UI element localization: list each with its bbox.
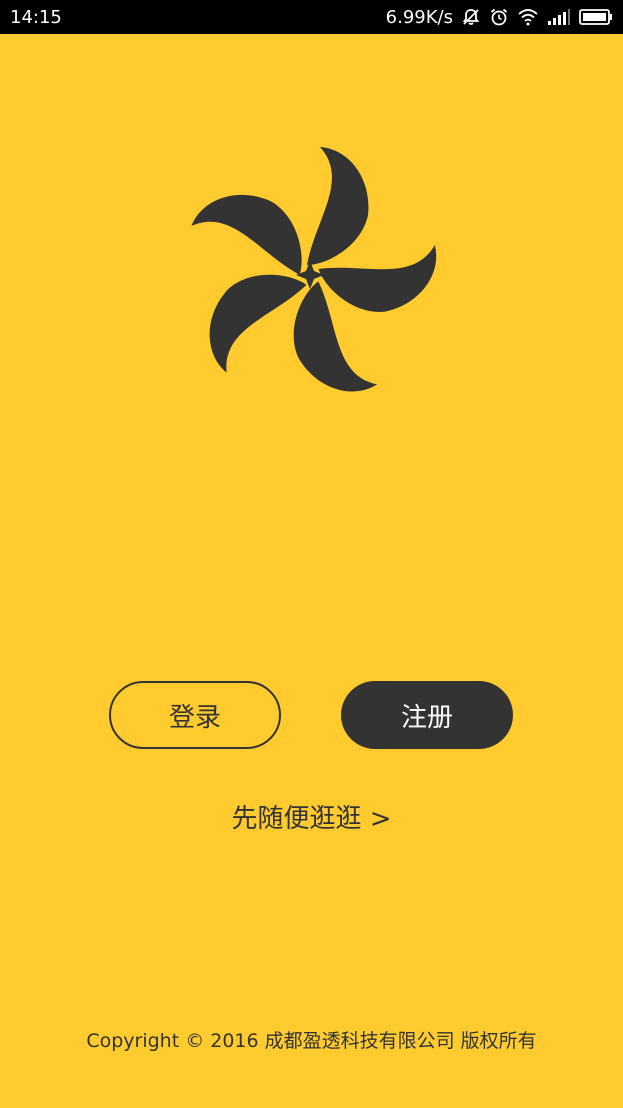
status-time: 14:15 [10, 6, 62, 28]
battery-icon [579, 8, 613, 26]
alarm-icon [489, 7, 509, 27]
status-bar: 14:15 6.99K/s [0, 0, 623, 34]
app-logo-icon [191, 147, 437, 392]
signal-icon [547, 8, 571, 26]
notifications-off-icon [461, 7, 481, 27]
login-button-label: 登录 [168, 702, 221, 733]
register-button[interactable]: 注册 [341, 681, 513, 749]
wifi-icon [517, 8, 539, 26]
status-icons: 6.99K/s [386, 7, 613, 28]
copyright-text: Copyright © 2016 成都盈透科技有限公司 版权所有 [86, 1030, 537, 1052]
register-button-label: 注册 [400, 702, 453, 733]
login-button[interactable]: 登录 [109, 681, 281, 749]
browse-as-guest-link[interactable]: 先随便逛逛 > [0, 798, 623, 835]
network-speed: 6.99K/s [385, 6, 453, 28]
